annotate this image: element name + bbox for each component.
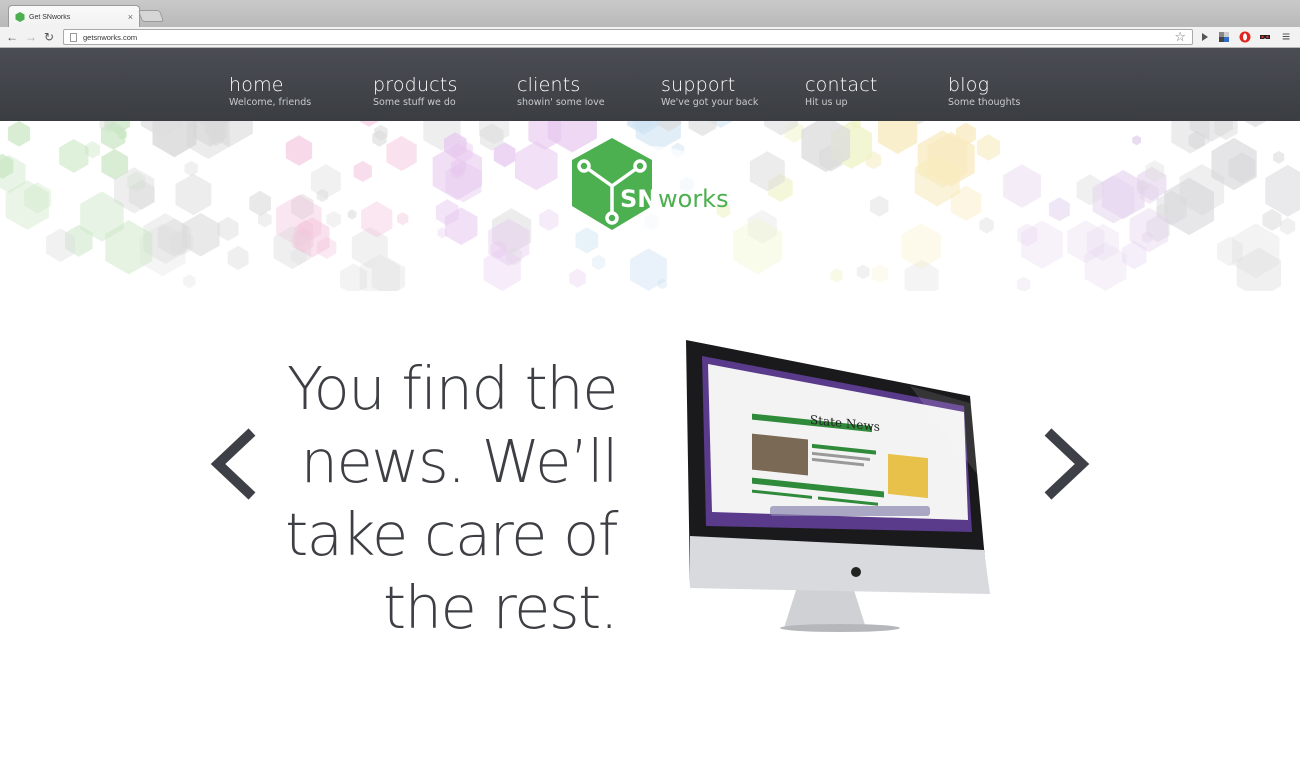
decorative-hexagon [397, 212, 409, 226]
logo-suffix: works [658, 185, 729, 213]
decorative-hexagon [249, 190, 271, 216]
decorative-hexagon [1273, 150, 1285, 164]
decorative-hexagon [326, 211, 341, 228]
headline-line: news. We’ll [300, 427, 619, 496]
hero-headline: You find the news. We’ll take care of th… [197, 352, 619, 644]
nav-subtitle: Hit us up [805, 97, 848, 108]
decorative-hexagon [358, 121, 380, 127]
nav-label: home [229, 74, 284, 96]
bookmark-star-icon[interactable]: ☆ [1174, 29, 1186, 45]
nav-subtitle: showin' some love [517, 97, 605, 108]
decorative-hexagon [1003, 164, 1041, 208]
new-tab-button[interactable] [137, 10, 165, 22]
back-arrow-icon[interactable]: ← [6, 30, 18, 44]
tab-title: Get SNworks [29, 13, 71, 21]
headline-line: the rest. [383, 573, 618, 642]
decorative-hexagon [830, 268, 843, 283]
decorative-hexagon [1280, 217, 1296, 235]
snworks-favicon-icon [15, 12, 25, 22]
nav-label: support [661, 74, 736, 96]
decorative-hexagon [871, 264, 889, 284]
decorative-hexagon [1265, 164, 1300, 217]
decorative-hexagon [186, 121, 230, 159]
decorative-hexagon [347, 209, 357, 220]
decorative-hexagon [801, 121, 851, 173]
reload-icon[interactable]: ↻ [44, 30, 54, 44]
nav-item-contact[interactable]: contact Hit us up [805, 75, 878, 108]
decorative-hexagon [7, 121, 31, 147]
decorative-hexagon [183, 274, 196, 289]
address-bar[interactable]: getsnworks.com ☆ [63, 29, 1193, 45]
nav-label: contact [805, 74, 878, 96]
snworks-logo[interactable]: SN works [570, 136, 740, 236]
decorative-hexagon [870, 195, 889, 217]
nav-item-home[interactable]: home Welcome, friends [229, 75, 311, 108]
decorative-hexagon [217, 216, 239, 242]
decorative-hexagon [1171, 121, 1210, 154]
decorative-hexagon [901, 223, 941, 269]
decorative-hexagon [592, 254, 606, 271]
url-text[interactable]: getsnworks.com [83, 33, 137, 42]
nav-subtitle: Welcome, friends [229, 97, 312, 108]
nav-label: clients [517, 74, 581, 96]
headline-line: take care of [285, 500, 618, 569]
nav-subtitle: We've got your back [661, 97, 759, 108]
browser-tab-strip: Get SNworks × [0, 0, 1300, 28]
decorative-hexagon [353, 160, 372, 182]
decorative-hexagon [285, 135, 313, 166]
logo-prefix: SN [620, 185, 657, 213]
mask-extension-icon[interactable] [1259, 31, 1271, 43]
imac-monitor-image: State News [686, 340, 990, 632]
browser-tab[interactable]: Get SNworks × [8, 5, 140, 28]
decorative-hexagon [1016, 276, 1031, 291]
slider-prev-arrow-icon[interactable] [208, 428, 258, 500]
nav-label: products [373, 74, 458, 96]
opera-extension-icon[interactable] [1239, 31, 1251, 43]
decorative-hexagon [979, 217, 994, 234]
nav-item-clients[interactable]: clients showin' some love [517, 75, 605, 108]
decorative-hexagon [1244, 121, 1267, 128]
decorative-hexagon [515, 141, 558, 191]
decorative-hexagon [227, 245, 249, 270]
decorative-hexagon [184, 160, 198, 177]
site-navigation: home Welcome, friends products Some stuf… [0, 48, 1300, 121]
decorative-hexagon [976, 134, 1000, 161]
menu-icon[interactable]: ≡ [1282, 29, 1290, 43]
decorative-hexagon [856, 264, 870, 280]
nav-item-blog[interactable]: blog Some thoughts [948, 75, 1020, 108]
browser-toolbar: ← → ↻ getsnworks.com ☆ ≡ [0, 27, 1300, 48]
nav-label: blog [948, 74, 990, 96]
tab-close-icon[interactable]: × [128, 12, 133, 22]
nav-item-products[interactable]: products Some stuff we do [373, 75, 458, 108]
decorative-hexagon [688, 121, 717, 137]
decorative-hexagon [569, 268, 586, 288]
extension-grid-icon[interactable] [1218, 31, 1230, 43]
decorative-hexagon [386, 135, 417, 171]
headline-line: You find the [286, 354, 619, 423]
apple-logo-icon [851, 567, 861, 577]
decorative-hexagon [539, 208, 559, 231]
decorative-hexagon [175, 173, 212, 216]
slider-next-arrow-icon[interactable] [1042, 428, 1092, 500]
decorative-hexagon [59, 139, 89, 173]
forward-arrow-icon[interactable]: → [25, 30, 37, 44]
nav-subtitle: Some stuff we do [373, 97, 456, 108]
extension-icon[interactable] [1199, 31, 1211, 43]
nav-item-support[interactable]: support We've got your back [661, 75, 758, 108]
decorative-hexagon [1132, 135, 1141, 146]
nav-subtitle: Some thoughts [948, 97, 1021, 108]
decorative-hexagon [1048, 197, 1070, 222]
decorative-hexagon [878, 121, 918, 154]
page-icon [70, 32, 77, 42]
decorative-hexagon [1262, 209, 1282, 231]
